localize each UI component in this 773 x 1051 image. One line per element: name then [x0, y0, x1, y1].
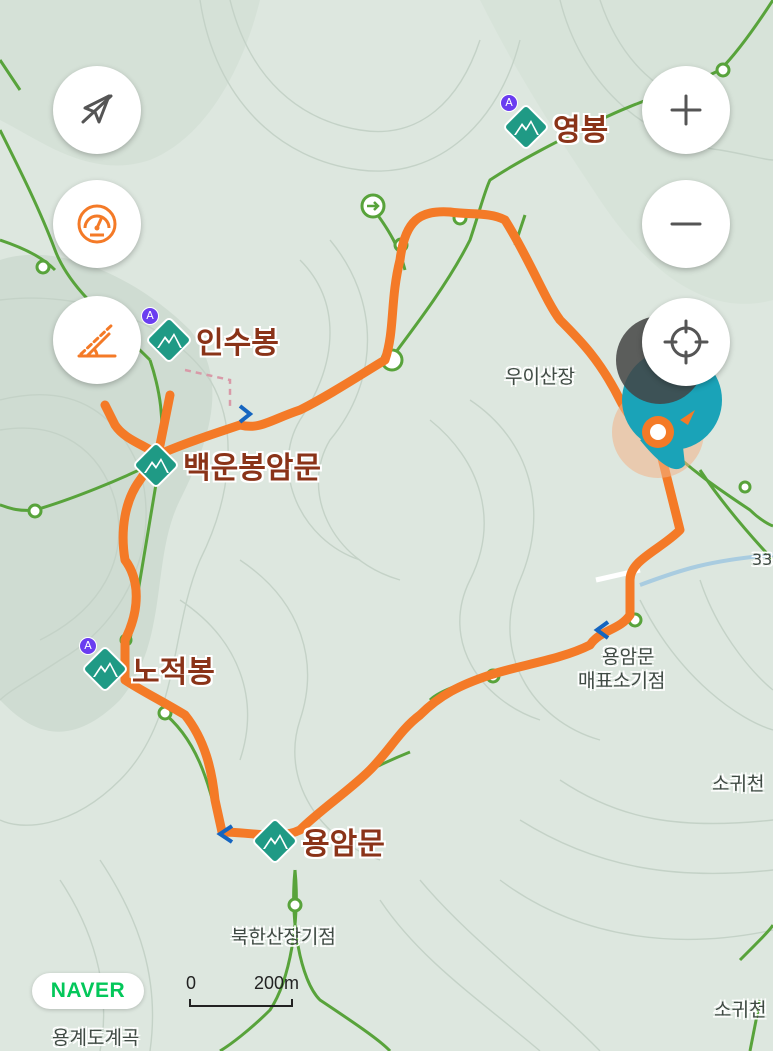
peak-marker-insubong[interactable]: A 인수봉: [141, 307, 279, 363]
mountain-icon: [133, 442, 179, 488]
slope-icon: [77, 322, 117, 358]
peak-marker-yongammun[interactable]: 용암문: [252, 818, 385, 864]
place-label-bukhansan: 북한산장기점: [231, 926, 336, 948]
map-canvas[interactable]: [0, 0, 773, 1051]
road-number-label: 33: [752, 550, 773, 569]
place-label-bottom: 용계도계곡: [52, 1027, 140, 1049]
plus-icon: [670, 94, 702, 126]
peak-marker-yeongbong[interactable]: A 영봉: [500, 94, 609, 150]
speedometer-icon: [77, 204, 117, 244]
slope-button[interactable]: [53, 296, 141, 384]
place-label-yongammun-office-sub: 매표소기점: [578, 670, 666, 692]
naver-logo[interactable]: NAVER: [32, 973, 144, 1009]
mountain-icon: A: [141, 307, 192, 363]
scale-start-label: 0: [186, 973, 197, 993]
peak-label: 노적봉: [132, 655, 215, 690]
peak-marker-nojeokbong[interactable]: A 노적봉: [79, 637, 215, 692]
place-label-sogwi: 소귀천: [714, 999, 767, 1021]
peak-label: 인수봉: [196, 326, 279, 361]
minus-icon: [670, 222, 702, 226]
peak-label: 용암문: [302, 827, 385, 862]
map-scale: 0 200m: [186, 973, 326, 1013]
locate-me-button[interactable]: [642, 298, 730, 386]
compass-toggle-button[interactable]: [53, 66, 141, 154]
scale-end-label: 200m: [254, 973, 300, 993]
place-label-yongammun-office: 용암문: [602, 646, 655, 668]
speed-button[interactable]: [53, 180, 141, 268]
summit-badge-icon: A: [141, 307, 159, 325]
peak-label: 백운봉암문: [183, 451, 321, 486]
compass-off-icon: [81, 94, 113, 124]
mountain-icon: [252, 818, 298, 864]
peak-marker-baegunbong-ammun[interactable]: 백운봉암문: [133, 442, 321, 488]
zoom-in-button[interactable]: [642, 66, 730, 154]
scale-bar: [189, 999, 293, 1007]
peak-label: 영봉: [553, 113, 609, 148]
summit-badge-icon: A: [500, 94, 518, 112]
place-label-sogwi: 소귀천: [712, 773, 765, 795]
summit-badge-icon: A: [79, 637, 97, 655]
zoom-out-button[interactable]: [642, 180, 730, 268]
mountain-icon: A: [79, 637, 128, 692]
crosshair-icon: [663, 319, 709, 365]
place-label-uisan: 우이산장: [505, 366, 575, 388]
mountain-icon: A: [500, 94, 549, 150]
